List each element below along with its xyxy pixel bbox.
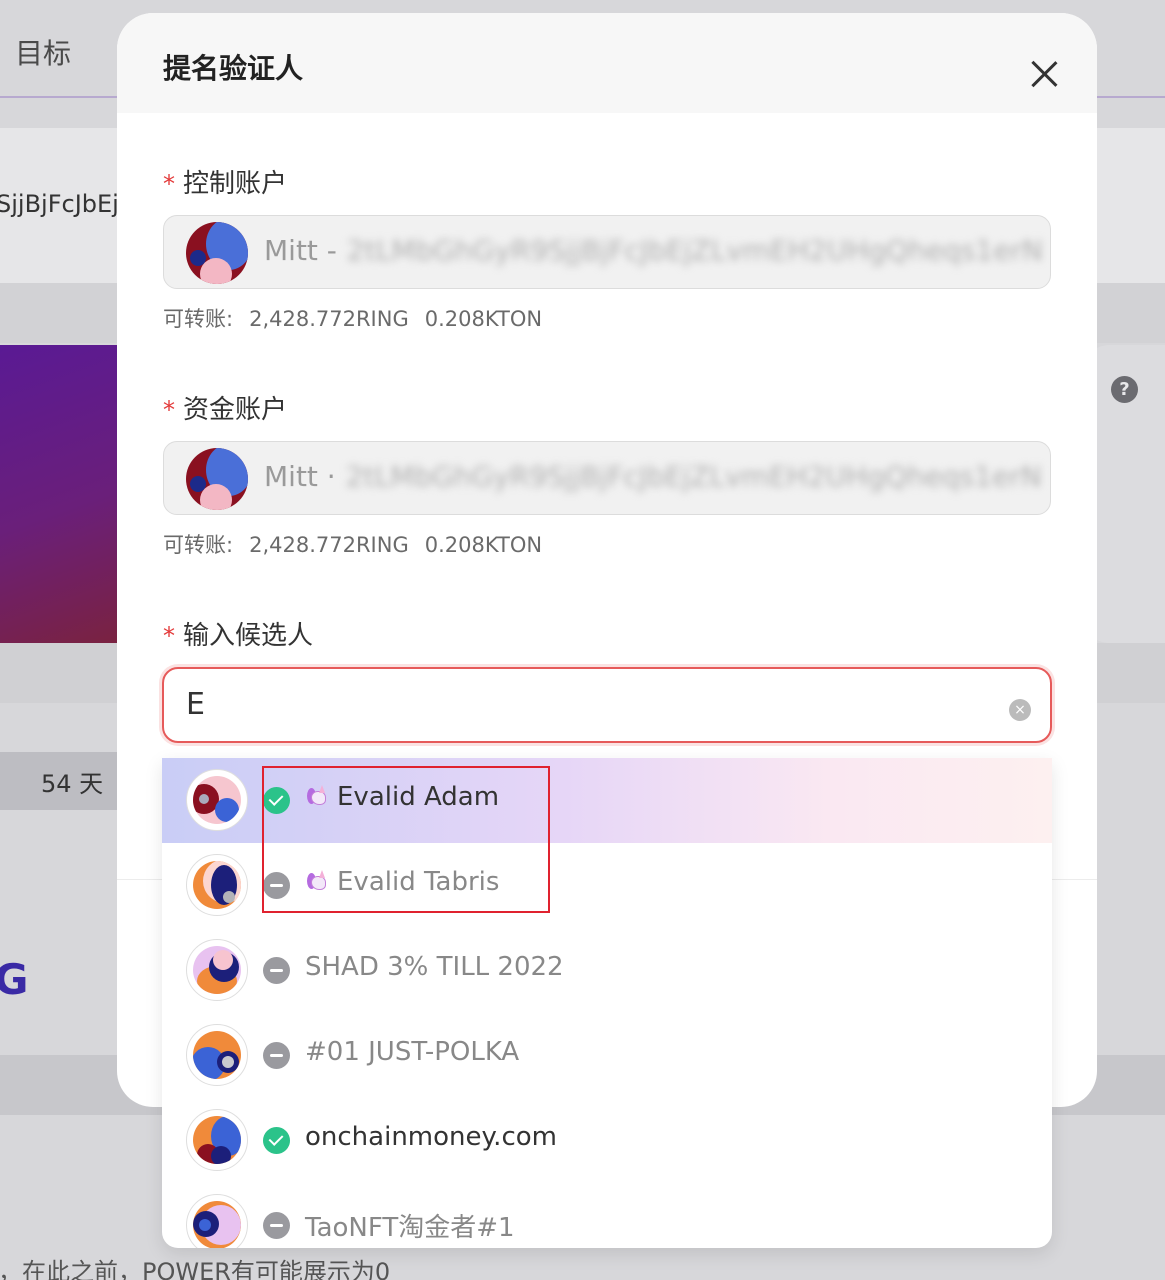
unverified-icon [263, 872, 290, 899]
validator-name: TaoNFT淘金者#1 [305, 1213, 515, 1243]
background-footer-note: ，在此之前，POWER有可能展示为0 [0, 1258, 391, 1280]
required-mark: * [163, 622, 175, 650]
validator-avatar [186, 1024, 248, 1086]
account-avatar [186, 448, 248, 510]
controller-account-address: 2tLMbGhGyR9SjjBjFcJbEjZLvmEH2UHgQheqs1er… [346, 234, 1043, 267]
validator-avatar [186, 854, 248, 916]
validator-name: Evalid Adam [305, 782, 499, 812]
verified-icon [263, 1127, 290, 1154]
validator-name: SHAD 3% TILL 2022 [305, 952, 564, 982]
dropdown-item-taonft[interactable]: TaoNFT淘金者#1 [162, 1183, 1052, 1248]
validator-avatar [186, 1109, 248, 1171]
candidate-search-input[interactable]: E × [162, 667, 1052, 743]
clear-icon[interactable]: × [1009, 699, 1031, 721]
controller-account-select[interactable]: Mitt -2tLMbGhGyR9SjjBjFcJbEjZLvmEH2UHgQh… [163, 215, 1051, 289]
close-icon[interactable] [1025, 55, 1063, 93]
stash-balance: 可转账: 2,428.772RING 0.208KTON [163, 533, 543, 557]
stash-account-label: * 资金账户 [163, 389, 287, 426]
validator-name: onchainmoney.com [305, 1122, 557, 1152]
dropdown-item-just-polka[interactable]: #01 JUST-POLKA [162, 1013, 1052, 1098]
controller-label-text: 控制账户 [183, 169, 288, 199]
unicorn-icon [305, 870, 329, 892]
verified-icon [263, 787, 290, 814]
validator-name: #01 JUST-POLKA [305, 1037, 520, 1067]
background-address: SjjBjFcJbEj [0, 190, 119, 218]
account-avatar [186, 222, 248, 284]
dropdown-item-onchainmoney[interactable]: onchainmoney.com [162, 1098, 1052, 1183]
stash-label-text: 资金账户 [183, 395, 288, 425]
dropdown-item-shad[interactable]: SHAD 3% TILL 2022 [162, 928, 1052, 1013]
unverified-icon [263, 957, 290, 984]
background-partial-text: G [0, 955, 29, 1004]
controller-account-label: * 控制账户 [163, 163, 287, 200]
candidate-label-text: 输入候选人 [183, 621, 314, 651]
validator-avatar [186, 939, 248, 1001]
tab-target[interactable]: 目标 [15, 32, 71, 72]
validator-avatar [186, 1194, 248, 1248]
dropdown-item-evalid-adam[interactable]: Evalid Adam [162, 758, 1052, 843]
background-days-label: 54 天 [0, 752, 118, 810]
required-mark: * [163, 170, 175, 198]
candidate-label: * 输入候选人 [163, 615, 313, 652]
controller-account-name: Mitt -2tLMbGhGyR9SjjBjFcJbEjZLvmEH2UHgQh… [264, 234, 1043, 267]
question-icon[interactable]: ? [1111, 376, 1138, 403]
stash-account-name: Mitt · 2tLMbGhGyR9SjjBjFcJbEjZLvmEH2UHgQh… [264, 460, 1042, 493]
validator-name: Evalid Tabris [305, 867, 499, 897]
stash-account-address: 2tLMbGhGyR9SjjBjFcJbEjZLvmEH2UHgQheqs1er… [345, 460, 1042, 493]
dropdown-item-evalid-tabris[interactable]: Evalid Tabris [162, 843, 1052, 928]
modal-title: 提名验证人 [163, 52, 304, 85]
candidate-dropdown: Evalid Adam Evalid Tabris SHAD 3% TILL 2… [162, 758, 1052, 1248]
background-power-card [0, 345, 120, 643]
unverified-icon [263, 1212, 290, 1239]
required-mark: * [163, 396, 175, 424]
candidate-input-value: E [186, 687, 205, 722]
modal-header: 提名验证人 [117, 13, 1097, 113]
unicorn-icon [305, 785, 329, 807]
unverified-icon [263, 1042, 290, 1069]
stash-account-select[interactable]: Mitt · 2tLMbGhGyR9SjjBjFcJbEjZLvmEH2UHgQh… [163, 441, 1051, 515]
validator-avatar [186, 769, 248, 831]
controller-balance: 可转账: 2,428.772RING 0.208KTON [163, 307, 543, 331]
